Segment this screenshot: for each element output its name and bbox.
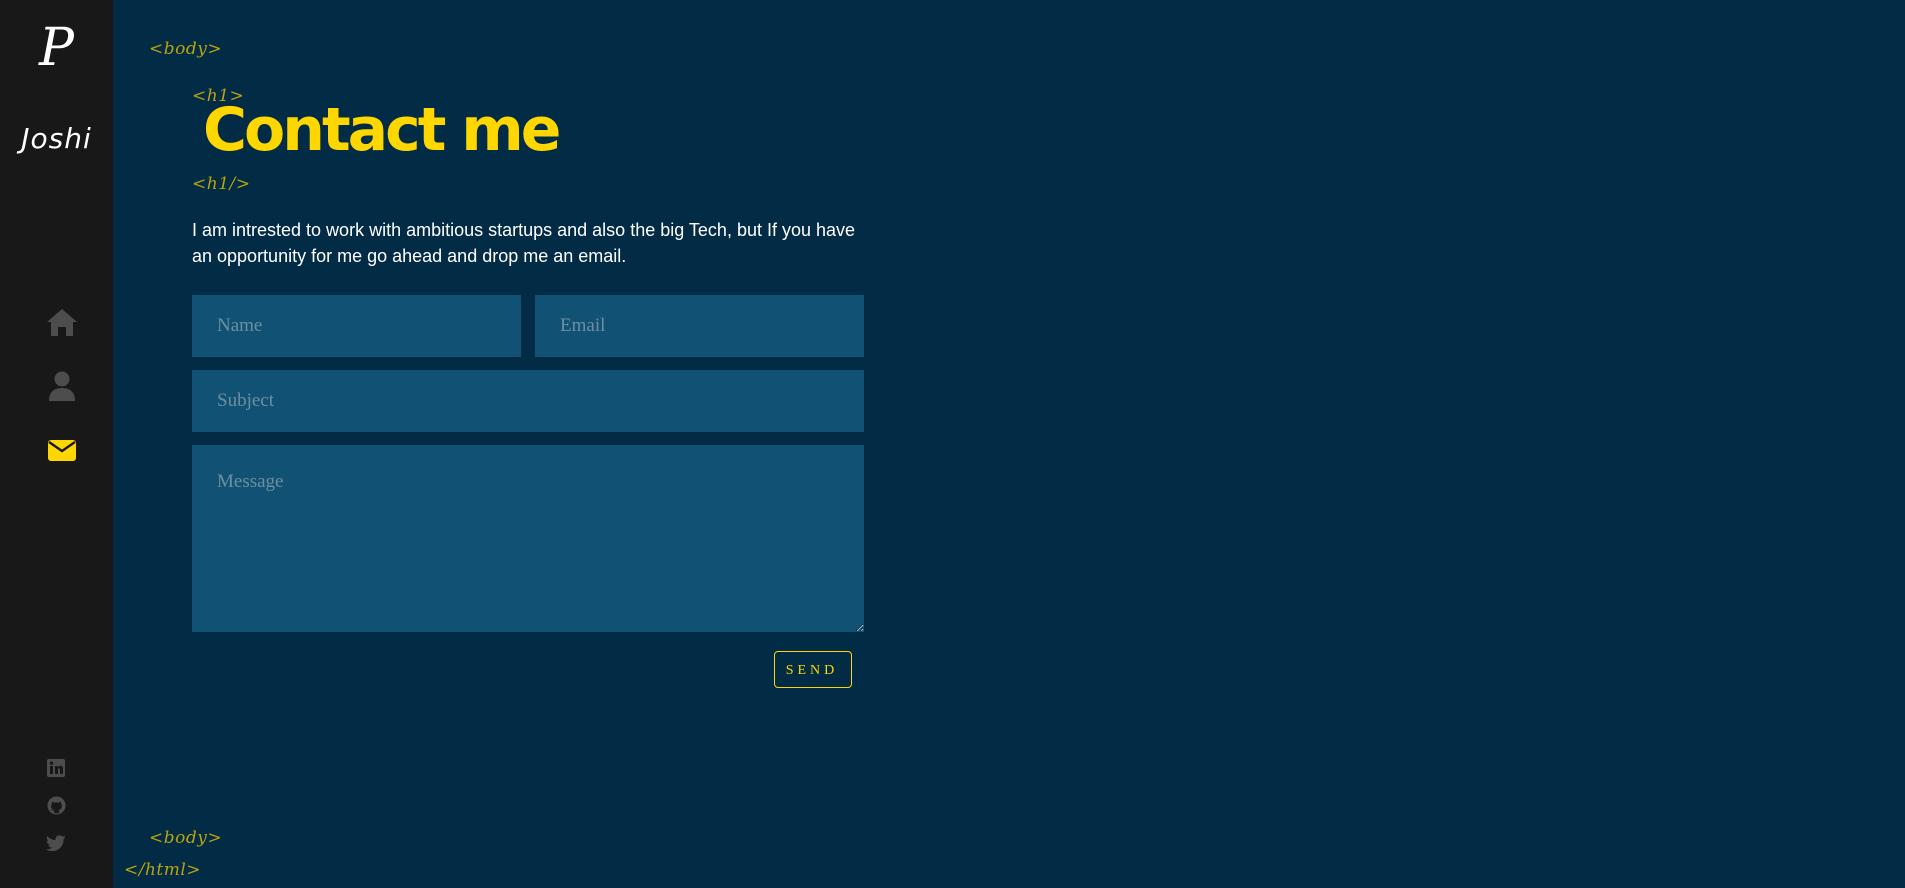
twitter-icon: [46, 835, 66, 857]
page-title: Contact me: [203, 95, 561, 165]
linkedin-icon: [47, 758, 65, 782]
h1-close-tag: <h1/>: [192, 174, 251, 194]
social-linkedin[interactable]: [44, 758, 68, 782]
social-twitter[interactable]: [44, 834, 68, 858]
nav-home[interactable]: [40, 302, 84, 342]
user-icon: [48, 370, 76, 402]
name-input[interactable]: [192, 295, 521, 357]
send-button[interactable]: SEND: [774, 651, 852, 688]
logo-letter[interactable]: P: [0, 18, 113, 78]
home-icon: [45, 307, 79, 337]
email-input[interactable]: [535, 295, 864, 357]
social-github[interactable]: [44, 796, 68, 820]
body-close-tag: <body>: [149, 828, 223, 848]
nav-about[interactable]: [40, 366, 84, 406]
envelope-icon: [47, 438, 77, 462]
logo-name[interactable]: Joshi: [0, 122, 113, 155]
message-textarea[interactable]: [192, 445, 864, 632]
nav-contact[interactable]: [40, 430, 84, 470]
subject-input[interactable]: [192, 370, 864, 432]
html-close-tag: </html>: [124, 860, 202, 880]
github-icon: [46, 796, 66, 820]
body-open-tag: <body>: [149, 39, 223, 59]
intro-text: I am intrested to work with ambitious st…: [192, 220, 856, 266]
sidebar: P Joshi: [0, 0, 113, 888]
